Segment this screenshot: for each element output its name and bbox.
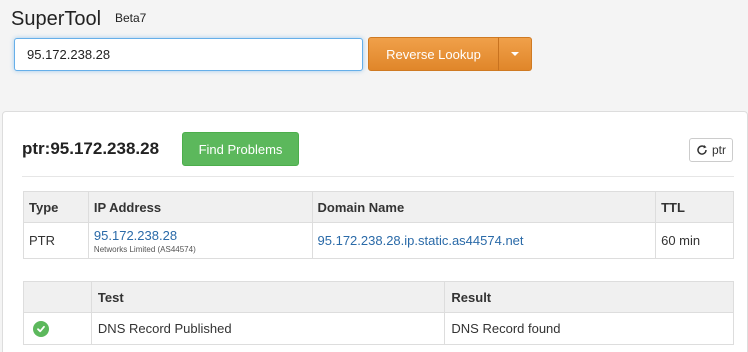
- record-domain-link[interactable]: 95.172.238.28.ip.static.as44574.net: [318, 233, 524, 248]
- record-type: PTR: [23, 222, 89, 259]
- check-circle-icon: [33, 320, 49, 337]
- test-name: DNS Record Published: [90, 312, 446, 345]
- column-header-status: [23, 281, 92, 313]
- column-header-domain: Domain Name: [311, 191, 657, 223]
- header: SuperTool Beta7 Reverse Lookup: [0, 0, 748, 100]
- find-problems-button[interactable]: Find Problems: [182, 132, 299, 166]
- page-title: ptr:95.172.238.28: [22, 139, 160, 158]
- record-ttl: 60 min: [655, 222, 734, 259]
- refresh-ptr-button[interactable]: ptr: [689, 138, 733, 162]
- column-header-ip: IP Address: [87, 191, 313, 223]
- lookup-options-button[interactable]: [498, 37, 532, 71]
- brand-version: Beta7: [115, 11, 147, 25]
- column-header-ttl: TTL: [655, 191, 734, 223]
- record-ip-org: Networks Limited (AS44574): [93, 244, 196, 254]
- table-row: DNS Record Published DNS Record found: [23, 312, 734, 345]
- brand-name: SuperTool: [11, 8, 102, 30]
- divider: [22, 176, 734, 177]
- tests-table: Test Result DNS Record Published DNS Rec…: [23, 281, 734, 345]
- record-domain-cell: 95.172.238.28.ip.static.as44574.net: [311, 222, 657, 259]
- search-input[interactable]: [14, 38, 363, 71]
- reverse-lookup-button[interactable]: Reverse Lookup: [368, 37, 499, 71]
- table-header-row: Test Result: [23, 281, 734, 313]
- table-row: PTR 95.172.238.28 Networks Limited (AS44…: [23, 222, 734, 259]
- table-header-row: Type IP Address Domain Name TTL: [23, 191, 734, 223]
- column-header-type: Type: [23, 191, 89, 223]
- results-panel: ptr:95.172.238.28 Find Problems ptr Type…: [2, 111, 748, 352]
- caret-down-icon: [511, 52, 519, 56]
- test-status-cell: [23, 312, 92, 345]
- record-ip-link[interactable]: 95.172.238.28: [94, 228, 177, 243]
- column-header-test: Test: [90, 281, 446, 313]
- test-result: DNS Record found: [444, 312, 734, 345]
- column-header-result: Result: [444, 281, 734, 313]
- refresh-ptr-label: ptr: [711, 143, 726, 157]
- record-ip-cell: 95.172.238.28 Networks Limited (AS44574): [87, 222, 313, 259]
- refresh-icon: [697, 145, 707, 155]
- records-table: Type IP Address Domain Name TTL PTR 95.1…: [23, 191, 734, 259]
